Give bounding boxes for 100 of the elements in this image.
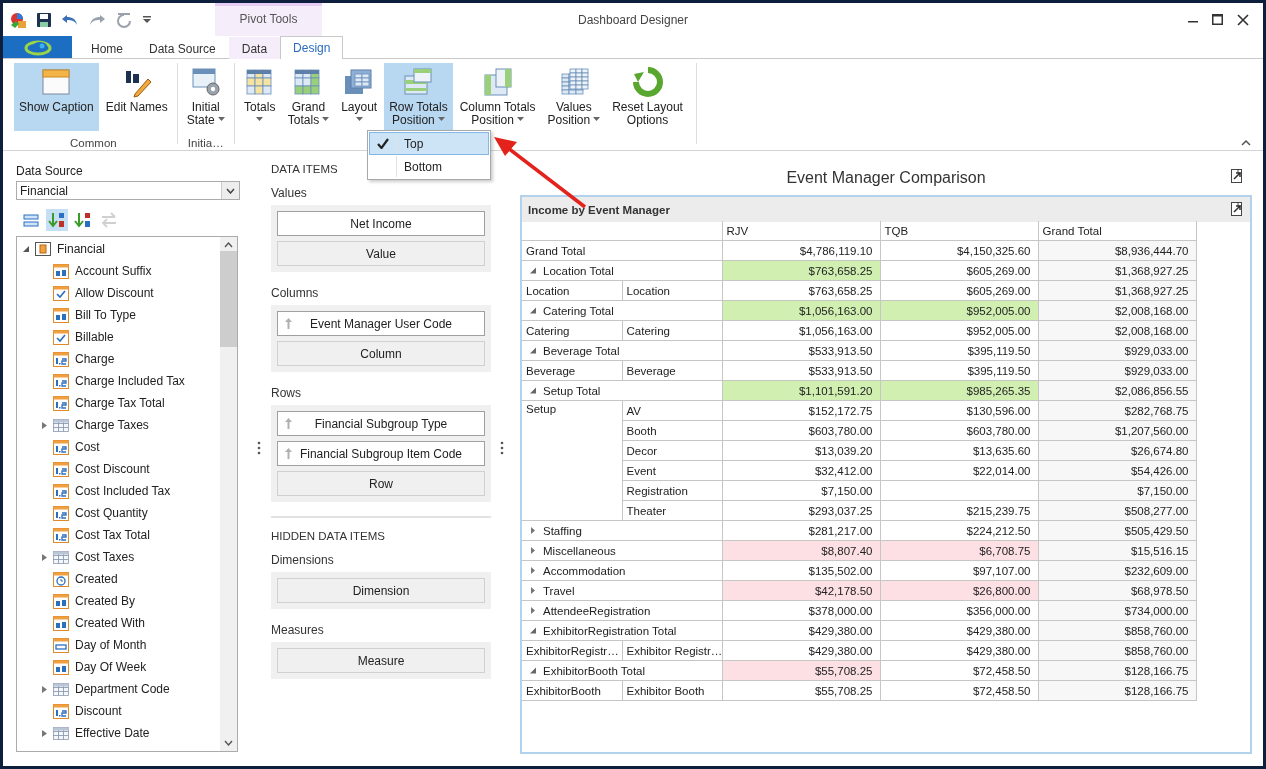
ribbon-button[interactable]: Grand Totals bbox=[282, 63, 335, 131]
collapse-arrow-icon[interactable] bbox=[530, 307, 536, 314]
ribbon-tab[interactable]: Home bbox=[78, 37, 136, 59]
expand-arrow-icon[interactable] bbox=[530, 567, 536, 574]
tree-item[interactable]: Cost Taxes bbox=[17, 546, 220, 568]
export-icon[interactable] bbox=[1230, 202, 1244, 217]
table-field-icon bbox=[53, 681, 69, 697]
expand-arrow-icon[interactable] bbox=[40, 421, 48, 429]
row-header: Beverage bbox=[522, 360, 622, 381]
splitter-grip-icon[interactable] bbox=[500, 441, 504, 455]
dashboard-title: Event Manager Comparison bbox=[786, 169, 986, 187]
sort-ascending-icon[interactable] bbox=[48, 211, 66, 229]
ribbon-button[interactable]: Edit Names bbox=[100, 63, 173, 131]
tree-item[interactable]: Charge Tax Total bbox=[17, 392, 220, 414]
button-label: Options bbox=[626, 114, 669, 127]
expand-arrow-icon[interactable] bbox=[530, 607, 536, 614]
tree-item-label: Discount bbox=[75, 704, 122, 718]
tree-item[interactable]: Cost Quantity bbox=[17, 502, 220, 524]
close-icon[interactable] bbox=[1237, 13, 1249, 26]
tree-item[interactable]: Allow Discount bbox=[17, 282, 220, 304]
drop-slot[interactable]: Value bbox=[277, 241, 485, 266]
expand-arrow-icon[interactable] bbox=[40, 729, 48, 737]
table-cell: $429,380.00 bbox=[722, 640, 880, 661]
tree-item[interactable]: Cost Tax Total bbox=[17, 524, 220, 546]
export-icon[interactable] bbox=[1230, 169, 1244, 184]
tree-item[interactable]: Created With bbox=[17, 612, 220, 634]
expand-arrow-icon[interactable] bbox=[530, 527, 536, 534]
table-cell: $429,380.00 bbox=[722, 620, 880, 641]
sort-descending-icon[interactable] bbox=[74, 211, 92, 229]
maximize-icon[interactable] bbox=[1212, 14, 1223, 25]
ribbon-tab[interactable]: Design bbox=[280, 36, 344, 59]
app-icon[interactable] bbox=[9, 10, 27, 29]
expand-arrow-icon[interactable] bbox=[40, 685, 48, 693]
ribbon-button[interactable]: Initial State bbox=[181, 63, 230, 131]
data-item[interactable]: Financial Subgroup Item Code bbox=[277, 441, 485, 466]
repeat-icon[interactable] bbox=[115, 11, 133, 28]
tree-item[interactable]: Cost Included Tax bbox=[17, 480, 220, 502]
tree-item[interactable]: Charge bbox=[17, 348, 220, 370]
group-label: Common bbox=[70, 137, 117, 149]
drop-slot[interactable]: Dimension bbox=[277, 578, 485, 603]
app-menu-button[interactable] bbox=[3, 36, 72, 58]
tree-item[interactable]: Created By bbox=[17, 590, 220, 612]
ribbon-button[interactable]: Show Caption bbox=[14, 63, 99, 131]
collapse-arrow-icon[interactable] bbox=[22, 245, 30, 253]
expand-arrow-icon[interactable] bbox=[530, 547, 536, 554]
tree-item-label: Department Code bbox=[75, 682, 170, 696]
tree-item[interactable]: Discount bbox=[17, 700, 220, 722]
tree-item[interactable]: Charge Included Tax bbox=[17, 370, 220, 392]
tree-item[interactable]: Department Code bbox=[17, 678, 220, 700]
tree-item[interactable]: Cost Discount bbox=[17, 458, 220, 480]
scroll-down-icon[interactable] bbox=[224, 740, 233, 746]
drop-slot[interactable]: Measure bbox=[277, 648, 485, 673]
customize-icon[interactable] bbox=[142, 15, 152, 24]
ribbon-button[interactable]: Row Totals Position bbox=[384, 63, 453, 131]
collapse-arrow-icon[interactable] bbox=[530, 667, 536, 674]
collapse-arrow-icon[interactable] bbox=[530, 347, 536, 354]
ribbon-button[interactable]: Values Position bbox=[542, 63, 606, 131]
expand-arrow-icon[interactable] bbox=[40, 553, 48, 561]
menu-item[interactable]: Bottom bbox=[369, 155, 489, 178]
tree-item[interactable]: Effective Date bbox=[17, 722, 220, 744]
ribbon-button[interactable]: Column Totals Position bbox=[454, 63, 541, 131]
tree-item-label: Created bbox=[75, 572, 118, 586]
tree-item[interactable]: Account Suffix bbox=[17, 260, 220, 282]
data-item[interactable]: Event Manager User Code bbox=[277, 311, 485, 336]
data-source-dropdown[interactable]: Financial bbox=[16, 181, 240, 200]
menu-item[interactable]: Top bbox=[369, 132, 489, 155]
drop-slot[interactable]: Row bbox=[277, 471, 485, 496]
expand-arrow-icon[interactable] bbox=[530, 587, 536, 594]
collapse-arrow-icon[interactable] bbox=[530, 267, 536, 274]
row-header: Beverage bbox=[622, 360, 722, 381]
group-icon[interactable] bbox=[22, 211, 40, 229]
ribbon-tab[interactable]: Data bbox=[228, 37, 281, 59]
scroll-up-icon[interactable] bbox=[224, 242, 233, 248]
tree-item[interactable]: Day of Month bbox=[17, 634, 220, 656]
tree-item[interactable]: Bill To Type bbox=[17, 304, 220, 326]
item-label: Measure bbox=[357, 653, 405, 668]
item-label: Net Income bbox=[350, 216, 412, 231]
row-header: Travel bbox=[543, 584, 575, 597]
tree-item[interactable]: Charge Taxes bbox=[17, 414, 220, 436]
row-header: Miscellaneous bbox=[543, 544, 616, 557]
ribbon-tab[interactable]: Data Source bbox=[136, 37, 229, 59]
splitter-grip-icon[interactable] bbox=[257, 441, 261, 455]
collapse-ribbon-icon[interactable] bbox=[1241, 140, 1251, 146]
save-icon[interactable] bbox=[36, 11, 52, 28]
tree-item[interactable]: Billable bbox=[17, 326, 220, 348]
collapse-arrow-icon[interactable] bbox=[530, 627, 536, 634]
table-cell: $395,119.50 bbox=[880, 360, 1038, 381]
ribbon-button[interactable]: Reset Layout Options bbox=[607, 63, 688, 131]
ribbon-button[interactable]: Layout bbox=[336, 63, 383, 131]
tree-item[interactable]: Cost bbox=[17, 436, 220, 458]
tree-item[interactable]: Day Of Week bbox=[17, 656, 220, 678]
redo-icon[interactable] bbox=[88, 12, 106, 27]
ribbon-button[interactable]: Totals bbox=[238, 63, 281, 131]
scrollbar-thumb[interactable] bbox=[220, 251, 237, 347]
collapse-arrow-icon[interactable] bbox=[530, 387, 536, 394]
data-item[interactable]: Net Income bbox=[277, 211, 485, 236]
tree-item[interactable]: Created bbox=[17, 568, 220, 590]
data-item[interactable]: Financial Subgroup Type bbox=[277, 411, 485, 436]
drop-slot[interactable]: Column bbox=[277, 341, 485, 366]
tree-item[interactable]: Financial bbox=[17, 238, 220, 260]
